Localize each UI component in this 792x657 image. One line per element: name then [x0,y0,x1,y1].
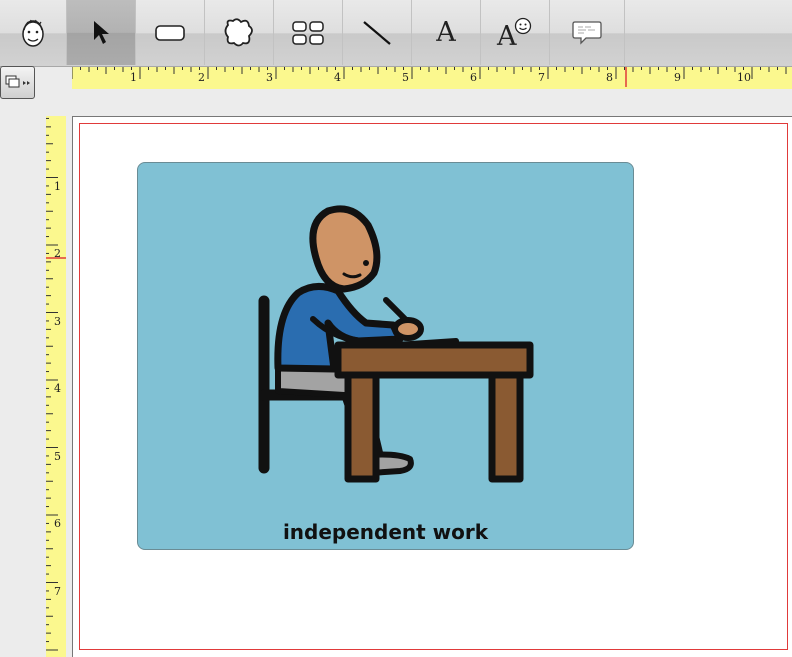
ruler-label: 7 [538,71,545,84]
ruler-label: 5 [402,71,409,84]
ruler-label: 1 [130,71,137,84]
text-tool-button[interactable]: A [412,0,481,65]
speech-bubble-icon [572,20,602,45]
face-tool-button[interactable] [0,0,67,65]
ruler-label: 10 [737,71,751,84]
face-icon [22,19,44,47]
ruler-label: 2 [54,247,61,260]
ruler-label: 3 [54,314,61,328]
ruler-label: 1 [54,179,61,193]
layers-toggle-button[interactable] [0,66,35,99]
ruler-label: 6 [54,517,61,530]
ruler-label: 7 [54,584,61,598]
ruler-label: 2 [198,71,205,84]
pointer-tool-button[interactable] [67,0,136,65]
freeform-tool-button[interactable] [205,0,274,65]
pointer-arrow-icon [94,20,109,44]
toolbar: A A [0,0,792,67]
symbol-text-tool-button[interactable]: A [481,0,550,65]
smiley-icon [514,17,532,34]
text-icon: A [436,17,456,48]
layers-icon [5,75,30,87]
symbol-caption: independent work [282,520,489,544]
symbol-button[interactable]: independent work [137,162,634,550]
freeform-shape-icon [224,17,253,46]
symbol-text-icon: A [495,16,535,50]
independent-work-picture [258,205,534,483]
line-icon [363,20,391,45]
grid-buttons-icon [292,20,324,45]
rounded-rectangle-icon [155,24,185,41]
ruler-label: 9 [674,71,681,84]
vertical-ruler[interactable]: 1 2 3 4 5 6 7 [46,116,66,657]
ruler-label: 6 [470,71,477,84]
rectangle-tool-button[interactable] [136,0,205,65]
ruler-label: 3 [266,71,273,84]
line-tool-button[interactable] [343,0,412,65]
ruler-label: 5 [54,449,61,463]
ruler-label: 4 [54,382,61,395]
horizontal-ruler-ticks [72,67,787,87]
ruler-label: 8 [606,71,613,84]
grid-tool-button[interactable] [274,0,343,65]
horizontal-ruler[interactable]: 1 2 3 4 5 6 7 8 9 10 [72,67,792,89]
speech-bubble-tool-button[interactable] [550,0,625,65]
ruler-label: 4 [334,71,341,84]
